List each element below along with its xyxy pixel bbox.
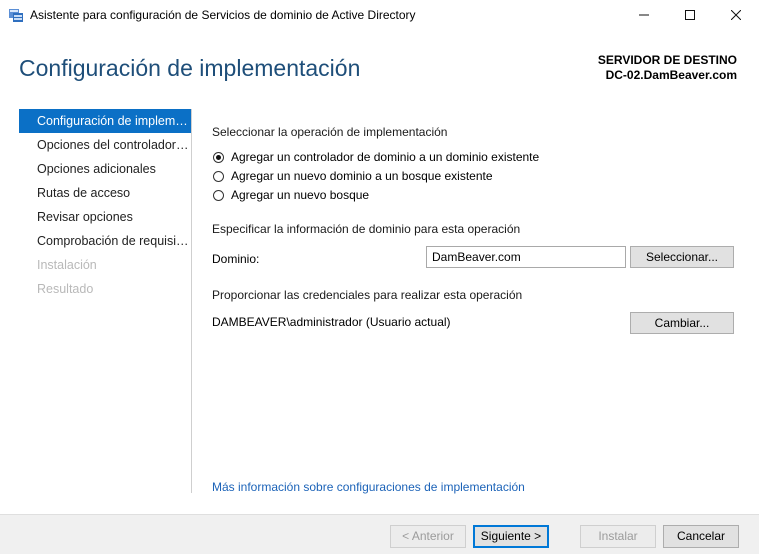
radio-button[interactable] — [213, 170, 224, 182]
minimize-icon — [639, 14, 649, 16]
cancel-button[interactable]: Cancelar — [663, 525, 739, 548]
radio-label: Agregar un nuevo bosque — [231, 188, 370, 202]
radio-add-domain-existing-forest[interactable]: Agregar un nuevo dominio a un bosque exi… — [213, 169, 493, 183]
destination-server-name: DC-02.DamBeaver.com — [605, 68, 737, 82]
maximize-icon — [685, 10, 695, 20]
change-credentials-button[interactable]: Cambiar... — [630, 312, 734, 334]
wizard-steps-nav: Configuración de implementación Opciones… — [19, 109, 191, 301]
close-icon — [731, 10, 741, 20]
more-info-link[interactable]: Más información sobre configuraciones de… — [212, 480, 525, 494]
domain-field-label: Dominio: — [212, 252, 260, 266]
nav-step-review-options[interactable]: Revisar opciones — [19, 205, 191, 229]
server-manager-icon — [8, 7, 24, 23]
destination-server-info: SERVIDOR DE DESTINO DC-02.DamBeaver.com — [598, 53, 737, 83]
select-domain-button[interactable]: Seleccionar... — [630, 246, 734, 268]
previous-button[interactable]: < Anterior — [390, 525, 466, 548]
maximize-button[interactable] — [667, 0, 713, 30]
radio-button[interactable] — [213, 189, 224, 201]
nav-step-prerequisites-check[interactable]: Comprobación de requisitos previos — [19, 229, 191, 253]
radio-button-checked[interactable] — [213, 151, 224, 163]
nav-step-paths[interactable]: Rutas de acceso — [19, 181, 191, 205]
domain-info-section-label: Especificar la información de dominio pa… — [212, 222, 521, 236]
domain-input[interactable] — [426, 246, 626, 268]
page-title: Configuración de implementación — [19, 55, 361, 81]
radio-add-dc-existing-domain[interactable]: Agregar un controlador de dominio a un d… — [213, 150, 539, 164]
current-credentials: DAMBEAVER\administrador (Usuario actual) — [212, 315, 451, 329]
nav-step-installation: Instalación — [37, 258, 97, 272]
destination-label: SERVIDOR DE DESTINO — [597, 53, 737, 67]
credentials-section-label: Proporcionar las credenciales para reali… — [212, 288, 523, 302]
radio-label: Agregar un controlador de dominio a un d… — [231, 150, 540, 164]
close-button[interactable] — [713, 0, 759, 30]
next-button[interactable]: Siguiente > — [473, 525, 549, 548]
nav-step-dc-options[interactable]: Opciones del controlador de dominio — [19, 133, 191, 157]
nav-step-deployment-config[interactable]: Configuración de implementación — [19, 109, 191, 133]
radio-add-new-forest[interactable]: Agregar un nuevo bosque — [213, 188, 369, 202]
minimize-button[interactable] — [621, 0, 667, 30]
nav-step-additional-options[interactable]: Opciones adicionales — [19, 157, 191, 181]
nav-step-result: Resultado — [37, 282, 94, 296]
install-button[interactable]: Instalar — [580, 525, 656, 548]
window-title: Asistente para configuración de Servicio… — [30, 8, 416, 22]
operation-section-label: Seleccionar la operación de implementaci… — [212, 125, 448, 139]
title-bar: Asistente para configuración de Servicio… — [0, 0, 759, 30]
radio-label: Agregar un nuevo dominio a un bosque exi… — [231, 169, 493, 183]
nav-divider — [191, 109, 192, 493]
